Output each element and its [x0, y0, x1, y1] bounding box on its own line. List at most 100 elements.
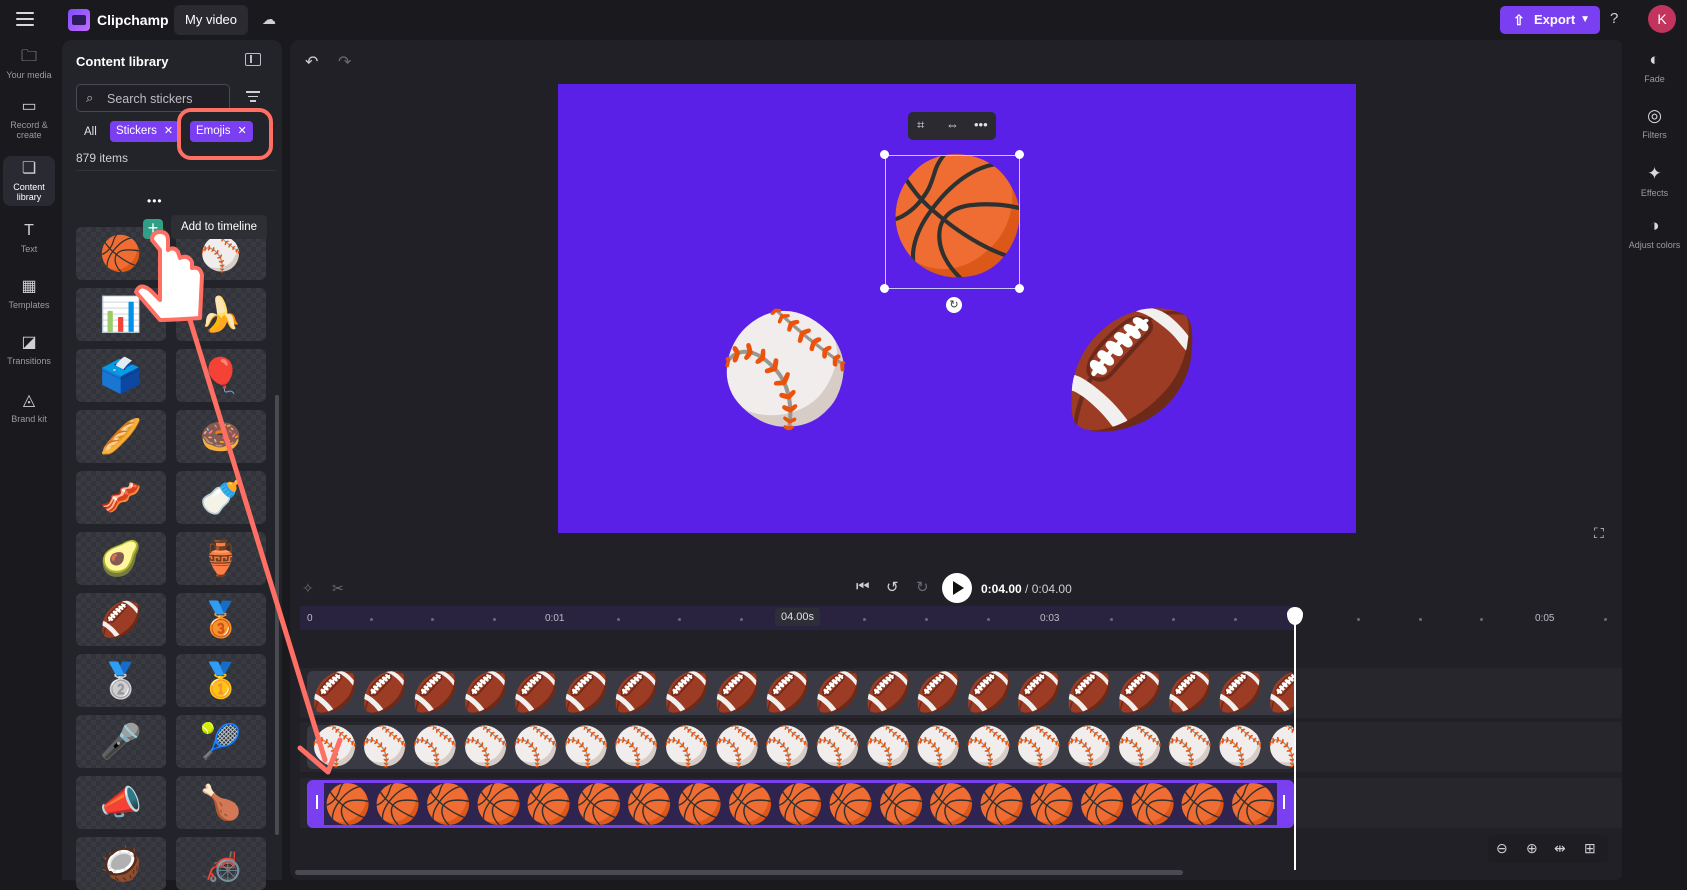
sticker-tile[interactable]: 🥥 [76, 837, 166, 890]
rail-adjust-colors[interactable]: ◑ Adjust colors [1622, 216, 1687, 250]
collapse-panel-icon[interactable] [245, 53, 261, 66]
timeline-clip-football[interactable]: 🏈🏈🏈🏈🏈🏈🏈🏈🏈🏈🏈🏈🏈🏈🏈🏈🏈🏈🏈🏈🏈 [307, 671, 1294, 715]
trim-handle-right[interactable] [1277, 783, 1291, 825]
canvas-baseball[interactable]: ⚾ [718, 315, 852, 423]
timeline-clip-basketball[interactable]: 🏀🏀🏀🏀🏀🏀🏀🏀🏀🏀🏀🏀🏀🏀🏀🏀🏀🏀🏀🏀🏀 [307, 780, 1294, 828]
expand-timeline-icon[interactable]: ⊞ [1584, 840, 1596, 857]
ruler-tick [1603, 618, 1607, 621]
sticker-tile[interactable]: 🗳️ [76, 349, 166, 402]
zoom-in-icon[interactable]: ⊕ [1526, 840, 1538, 857]
camera-icon: ▭ [21, 98, 37, 115]
scissors-icon[interactable]: ✂ [332, 580, 344, 597]
project-name-button[interactable]: My video [174, 5, 249, 35]
ruler-tick [369, 618, 373, 621]
more-options-icon[interactable]: ••• [147, 194, 163, 208]
sticker-tile[interactable]: 🥑 [76, 532, 166, 585]
clipchamp-logo-icon [68, 9, 90, 31]
timeline-clip-baseball[interactable]: ⚾⚾⚾⚾⚾⚾⚾⚾⚾⚾⚾⚾⚾⚾⚾⚾⚾⚾⚾⚾⚾ [307, 725, 1294, 769]
filter-all[interactable]: All [84, 126, 97, 138]
avatar[interactable]: K [1648, 5, 1676, 33]
sticker-tile[interactable]: 🥉 [176, 593, 266, 646]
resize-handle[interactable] [1015, 150, 1024, 159]
timeline-ruler[interactable]: 0 0:01 0:03 0:05 04.00s [300, 604, 1620, 632]
effects-icon: ✦ [1647, 164, 1662, 183]
sticker-tile[interactable]: 🥇 [176, 654, 266, 707]
sticker-tile[interactable]: 🎾 [176, 715, 266, 768]
export-button[interactable]: ⇧ Export ▼ [1500, 6, 1600, 34]
forward-5-icon[interactable]: ↻ [916, 578, 929, 596]
sticker-tile[interactable]: 🎤 [76, 715, 166, 768]
rail-your-media[interactable]: 🗀 Your media [3, 48, 55, 80]
rail-brand-kit[interactable]: ◬ Brand kit [3, 392, 55, 424]
sticker-emoji: 🥈 [99, 661, 143, 700]
filter-chip-stickers[interactable]: Stickers ✕ [110, 121, 180, 142]
resize-handle[interactable] [880, 150, 889, 159]
clip-thumbnails: 🏀🏀🏀🏀🏀🏀🏀🏀🏀🏀🏀🏀🏀🏀🏀🏀🏀🏀🏀🏀🏀 [324, 784, 1294, 826]
top-bar: Clipchamp My video ☁ ⇧ Export ▼ ? K [0, 0, 1687, 40]
timeline-scrollbar[interactable] [295, 870, 1183, 875]
sticker-tile[interactable]: 🥈 [76, 654, 166, 707]
sticker-tile[interactable]: 📊 [76, 288, 166, 341]
fullscreen-icon[interactable]: ⛶ [1594, 525, 1604, 542]
rail-content-library[interactable]: ❏ Content library [3, 156, 55, 206]
more-options-icon[interactable]: ••• [974, 117, 988, 132]
rail-templates[interactable]: ▦ Templates [3, 278, 55, 310]
sticker-tile[interactable]: 🏺 [176, 532, 266, 585]
rail-label: Your media [6, 70, 52, 80]
sticker-tile[interactable]: 🦽 [176, 837, 266, 890]
ruler-label: 0 [307, 613, 313, 624]
play-button[interactable] [942, 573, 972, 603]
sticker-emoji: 🥖 [99, 417, 143, 456]
sticker-tile[interactable]: 📣 [76, 776, 166, 829]
chip-label: Stickers [116, 125, 157, 137]
divider [76, 170, 276, 171]
cloud-sync-icon[interactable]: ☁ [262, 11, 280, 27]
crop-icon[interactable]: ⌗ [917, 117, 924, 133]
filter-icon[interactable] [246, 91, 260, 102]
sticker-tile[interactable]: 🍗 [176, 776, 266, 829]
resize-handle[interactable] [1015, 284, 1024, 293]
rail-fade[interactable]: ◐ Fade [1622, 50, 1687, 84]
sticker-emoji: 🍌 [199, 295, 243, 334]
rotate-icon[interactable]: ↻ [946, 297, 962, 313]
fit-timeline-icon[interactable]: ⇹ [1554, 840, 1566, 857]
undo-icon[interactable]: ↶ [305, 52, 318, 72]
rewind-5-icon[interactable]: ↺ [886, 578, 899, 596]
time-separator: / [1021, 582, 1032, 596]
library-scrollbar[interactable] [275, 395, 279, 835]
sticker-tile[interactable]: 🍌 [176, 288, 266, 341]
rail-text[interactable]: T Text [3, 222, 55, 254]
time-display: 0:04.00 / 0:04.00 [981, 582, 1072, 596]
sticker-tile[interactable]: 🎈 [176, 349, 266, 402]
help-icon[interactable]: ? [1610, 10, 1618, 27]
selection-box [885, 155, 1020, 289]
brand-kit-icon: ◬ [22, 392, 36, 409]
close-icon[interactable]: ✕ [164, 125, 173, 137]
zoom-out-icon[interactable]: ⊖ [1496, 840, 1508, 857]
rail-label: Brand kit [11, 414, 47, 424]
sticker-emoji: 🎾 [199, 722, 243, 761]
resize-handle[interactable] [880, 284, 889, 293]
add-to-timeline-button[interactable]: + [143, 219, 163, 239]
context-toolbar: ⌗ ⇔ ••• [908, 112, 996, 140]
rail-transitions[interactable]: ◪ Transitions [3, 334, 55, 366]
fit-icon[interactable]: ⇔ [946, 117, 959, 132]
trim-handle-left[interactable] [310, 783, 324, 825]
menu-icon[interactable] [16, 12, 34, 26]
sticker-tile[interactable]: 🥓 [76, 471, 166, 524]
ruler-label: 0:03 [1040, 613, 1060, 624]
skip-back-icon[interactable]: ⏮ [856, 578, 870, 595]
sticker-tile[interactable]: 🍩 [176, 410, 266, 463]
playhead[interactable] [1294, 612, 1296, 870]
sticker-emoji: 🏈 [99, 600, 143, 639]
rail-effects[interactable]: ✦ Effects [1622, 164, 1687, 198]
sticker-tile[interactable]: 🥖 [76, 410, 166, 463]
sticker-tile[interactable]: 🍼 [176, 471, 266, 524]
ruler-tick [1480, 618, 1484, 621]
magic-icon[interactable]: ✧ [302, 580, 314, 597]
sticker-tile[interactable]: 🏈 [76, 593, 166, 646]
redo-icon[interactable]: ↷ [338, 52, 351, 72]
rail-record-create[interactable]: ▭ Record & create [3, 98, 55, 140]
rail-filters[interactable]: ◎ Filters [1622, 106, 1687, 140]
canvas-football[interactable]: 🏈 [1062, 314, 1201, 426]
